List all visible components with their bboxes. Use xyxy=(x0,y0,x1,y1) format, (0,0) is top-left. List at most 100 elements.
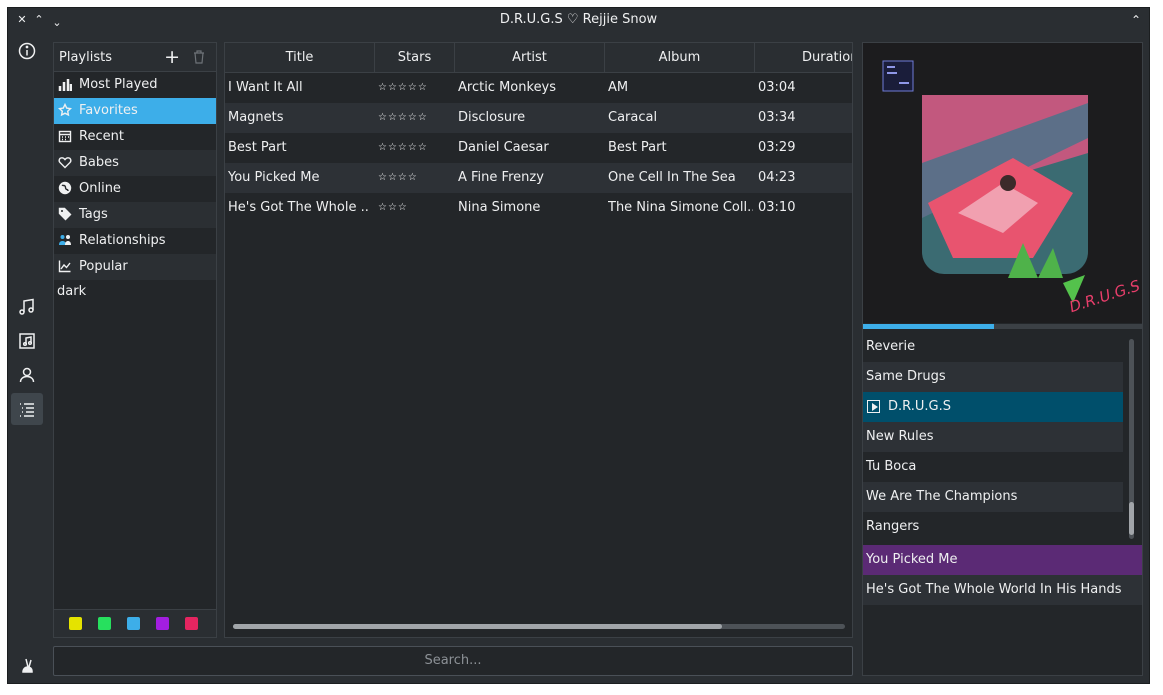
horizontal-scrollbar[interactable] xyxy=(233,624,845,629)
table-row[interactable]: Best Part ☆☆☆☆☆ Daniel Caesar Best Part 03:2… xyxy=(225,133,852,163)
queue-item[interactable]: New Rules xyxy=(863,422,1123,452)
scrollbar-thumb[interactable] xyxy=(1129,502,1134,535)
color-tag-swatch[interactable] xyxy=(98,617,111,630)
cell-artist: Daniel Caesar xyxy=(458,140,549,155)
music-note-icon[interactable] xyxy=(11,291,43,323)
cell-stars: ☆☆☆☆ xyxy=(378,172,418,183)
queue-item-label: D.R.U.G.S xyxy=(888,399,951,414)
playlist-item-label: Online xyxy=(79,181,121,196)
now-playing-panel: D.R.U.G.S Reverie Same Drugs D.R.U.G.S New … xyxy=(862,42,1143,676)
playlist-item-label: Relationships xyxy=(79,233,166,248)
color-tag-swatch[interactable] xyxy=(127,617,140,630)
playlist-icon[interactable] xyxy=(11,393,43,425)
up-next-item[interactable]: He's Got The Whole World In His Hands xyxy=(863,575,1142,605)
color-tag-swatch[interactable] xyxy=(69,617,82,630)
table-row[interactable]: I Want It All ☆☆☆☆☆ Arctic Monkeys AM 03:04 xyxy=(225,73,852,103)
playlist-item-tags[interactable]: Tags xyxy=(54,202,216,228)
vertical-scrollbar[interactable] xyxy=(1129,339,1134,539)
column-stars[interactable]: Stars xyxy=(375,43,455,73)
playlist-item-dark[interactable]: dark xyxy=(54,280,216,304)
cell-title: Magnets xyxy=(228,110,284,125)
album-cover: D.R.U.G.S xyxy=(863,43,1142,323)
playlist-item-babes[interactable]: Babes xyxy=(54,150,216,176)
cell-duration: 03:34 xyxy=(758,110,796,125)
cell-album: AM xyxy=(608,80,629,95)
playlists-panel: Playlists + Most Played Favorites Recent Ba… xyxy=(53,42,217,638)
color-tag-swatch[interactable] xyxy=(185,617,198,630)
calendar-icon xyxy=(58,129,74,145)
table-row[interactable]: Magnets ☆☆☆☆☆ Disclosure Caracal 03:34 xyxy=(225,103,852,133)
playlist-item-popular[interactable]: Popular xyxy=(54,254,216,280)
queue-item-current[interactable]: D.R.U.G.S xyxy=(863,392,1123,422)
window-title: D.R.U.G.S ♡ Rejjie Snow xyxy=(499,12,658,27)
playlists-title: Playlists xyxy=(59,50,112,65)
add-playlist-button[interactable]: + xyxy=(164,46,180,68)
table-row[interactable]: You Picked Me ☆☆☆☆ A Fine Frenzy One Cell I… xyxy=(225,163,852,193)
cell-title: I Want It All xyxy=(228,80,303,95)
queue-item[interactable]: Rangers xyxy=(863,512,1123,542)
info-icon[interactable] xyxy=(11,35,43,67)
color-tag-swatch[interactable] xyxy=(156,617,169,630)
cell-album: Caracal xyxy=(608,110,658,125)
table-header: Title Stars Artist Album Duration xyxy=(225,43,852,73)
scrollbar-thumb[interactable] xyxy=(233,624,722,629)
title-bar: ✕ ⌃ ⌄ D.R.U.G.S ♡ Rejjie Snow ⌃ xyxy=(8,8,1149,33)
queue-item-label: Rangers xyxy=(866,519,920,534)
cell-album: One Cell In The Sea xyxy=(608,170,736,185)
playlist-item-label: Tags xyxy=(79,207,108,222)
cell-stars: ☆☆☆☆☆ xyxy=(378,112,428,123)
queue-item[interactable]: We Are The Champions xyxy=(863,482,1123,512)
column-title[interactable]: Title xyxy=(225,43,375,73)
people-icon xyxy=(58,233,74,249)
cell-duration: 03:29 xyxy=(758,140,796,155)
column-duration[interactable]: Duration xyxy=(755,43,852,73)
search-input[interactable]: Search... xyxy=(53,646,853,676)
up-next-list: You Picked Me He's Got The Whole World In… xyxy=(863,545,1142,605)
view-switcher xyxy=(8,33,52,685)
cell-album: Best Part xyxy=(608,140,667,155)
rabbit-icon[interactable] xyxy=(11,649,43,681)
keep-above-icon[interactable]: ⌃ xyxy=(1127,11,1145,29)
playlist-item-label: Most Played xyxy=(79,77,158,92)
cell-album: The Nina Simone Coll... xyxy=(608,200,753,215)
playlist-item-label: Favorites xyxy=(79,103,138,118)
playlists-header: Playlists + xyxy=(54,43,216,72)
playlist-item-label: Popular xyxy=(79,259,128,274)
play-queue: Reverie Same Drugs D.R.U.G.S New Rules Tu Bo… xyxy=(863,332,1142,542)
playlist-item-most-played[interactable]: Most Played xyxy=(54,72,216,98)
heart-icon xyxy=(58,155,74,171)
column-album[interactable]: Album xyxy=(605,43,755,73)
star-icon xyxy=(57,102,74,119)
artist-icon[interactable] xyxy=(11,359,43,391)
table-row[interactable]: He's Got The Whole ... ☆☆☆ Nina Simone The … xyxy=(225,193,852,223)
queue-item[interactable]: Tu Boca xyxy=(863,452,1123,482)
queue-item-label: Tu Boca xyxy=(866,459,917,474)
playlist-item-label: dark xyxy=(57,284,87,299)
column-artist[interactable]: Artist xyxy=(455,43,605,73)
cell-stars: ☆☆☆☆☆ xyxy=(378,82,428,93)
track-table: Title Stars Artist Album Duration I Want… xyxy=(224,42,853,638)
up-next-item[interactable]: You Picked Me xyxy=(863,545,1142,575)
app-window: ✕ ⌃ ⌄ D.R.U.G.S ♡ Rejjie Snow ⌃ Playlist… xyxy=(7,7,1150,684)
cell-title: You Picked Me xyxy=(228,170,320,185)
queue-item-label: Same Drugs xyxy=(866,369,946,384)
trash-icon[interactable] xyxy=(192,49,206,64)
playlist-item-label: Babes xyxy=(79,155,119,170)
playlist-item-online[interactable]: Online xyxy=(54,176,216,202)
now-playing-icon xyxy=(867,400,880,413)
playback-progress[interactable] xyxy=(863,324,1142,329)
playlist-item-favorites[interactable]: Favorites xyxy=(54,98,216,124)
cell-artist: Disclosure xyxy=(458,110,526,125)
cell-artist: Nina Simone xyxy=(458,200,541,215)
queue-item[interactable]: Same Drugs xyxy=(863,362,1123,392)
playlist-item-recent[interactable]: Recent xyxy=(54,124,216,150)
album-icon[interactable] xyxy=(11,325,43,357)
cell-duration: 04:23 xyxy=(758,170,796,185)
cell-artist: A Fine Frenzy xyxy=(458,170,544,185)
playlist-item-label: Recent xyxy=(79,129,124,144)
playlist-item-relationships[interactable]: Relationships xyxy=(54,228,216,254)
tag-icon xyxy=(58,207,74,223)
queue-item[interactable]: Reverie xyxy=(863,332,1123,362)
color-tag-bar xyxy=(54,609,216,637)
globe-icon xyxy=(58,181,74,197)
